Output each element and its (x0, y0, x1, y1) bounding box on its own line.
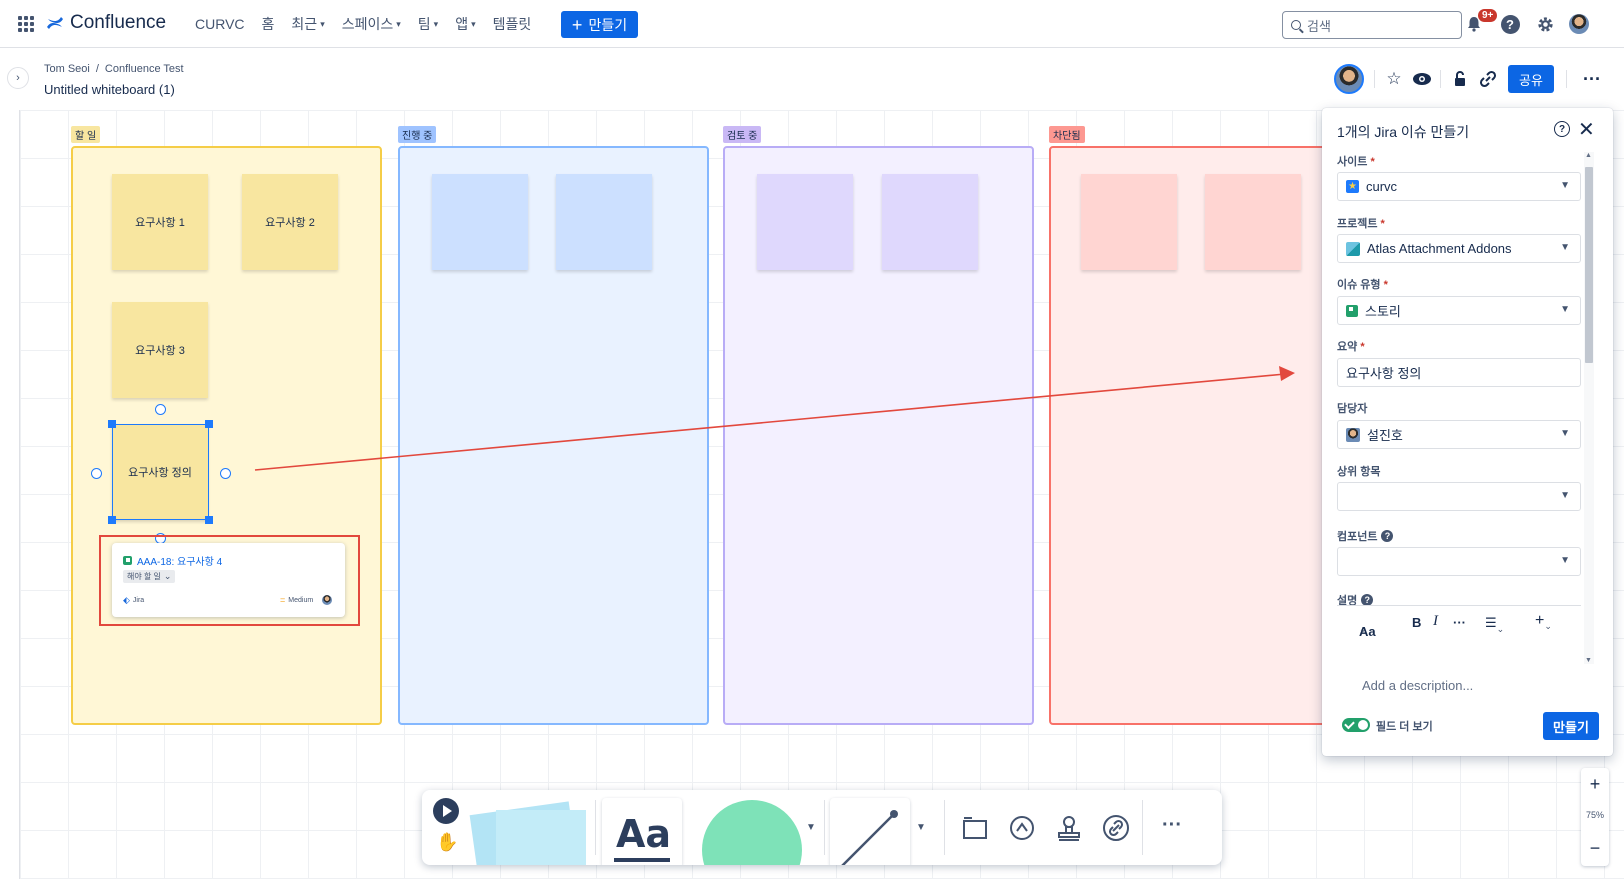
more-formatting-button[interactable]: ··· (1453, 615, 1466, 630)
chevron-down-icon: ▼ (1560, 242, 1570, 253)
zoom-out-button[interactable]: − (1581, 838, 1609, 859)
scroll-down-icon[interactable]: ▼ (1585, 657, 1592, 664)
component-label: 컴포넌트 ? (1337, 528, 1394, 544)
issue-type-label: 이슈 유형 * (1337, 279, 1388, 291)
site-select[interactable]: ★ curvc ▼ (1337, 172, 1581, 201)
show-more-fields-toggle[interactable] (1342, 718, 1370, 732)
show-more-fields-label: 필드 더 보기 (1376, 721, 1433, 733)
text-tool-label: Aa (616, 812, 672, 856)
chevron-down-icon: ▼ (1560, 555, 1570, 566)
scroll-up-icon[interactable]: ▲ (1585, 152, 1592, 159)
close-icon[interactable]: ✕ (1578, 117, 1595, 142)
project-label: 프로젝트 * (1337, 218, 1385, 230)
toolbar-divider (1142, 800, 1143, 855)
summary-value: 요구사항 정의 (1346, 366, 1422, 381)
assignee-select[interactable]: 설진호 ▼ (1337, 420, 1581, 449)
chevron-down-icon: ▼ (1560, 490, 1570, 501)
hand-tool-icon[interactable]: ✋ (436, 832, 458, 853)
project-select[interactable]: Atlas Attachment Addons ▼ (1337, 234, 1581, 263)
help-icon[interactable]: ? (1381, 530, 1394, 542)
parent-select[interactable]: ▼ (1337, 482, 1581, 511)
summary-label: 요약 * (1337, 341, 1365, 353)
link-tool-icon[interactable] (1102, 814, 1130, 845)
site-value: curvc (1366, 179, 1398, 194)
assignee-avatar (1346, 427, 1360, 442)
insert-plus-icon[interactable]: + ⌄ (1535, 612, 1552, 631)
smart-template-tool-icon[interactable] (1008, 814, 1036, 845)
toolbar-divider (824, 800, 825, 855)
bullet-list-icon[interactable]: ☰ ⌄ (1485, 615, 1504, 634)
connector-tool[interactable] (830, 798, 910, 865)
toolbar-divider (944, 800, 945, 855)
chevron-down-icon[interactable]: ▼ (916, 822, 926, 833)
story-icon (1346, 304, 1358, 317)
project-icon (1346, 241, 1360, 256)
text-tool[interactable]: Aa (602, 798, 682, 865)
issue-type-value: 스토리 (1365, 304, 1401, 319)
create-jira-issue-panel: 1개의 Jira 이슈 만들기 ? ✕ 사이트 * ★ curvc ▼ 프로젝트… (1322, 108, 1613, 756)
bold-button[interactable]: B (1412, 615, 1421, 630)
frame-tool-icon[interactable] (962, 816, 988, 843)
help-icon[interactable]: ? (1554, 121, 1570, 137)
whiteboard-toolbar: ✋ Aa ▼ ▼ ··· (422, 790, 1222, 865)
site-icon: ★ (1346, 180, 1359, 193)
toolbar-divider (595, 800, 596, 855)
parent-label: 상위 항목 (1337, 466, 1381, 478)
site-label: 사이트 * (1337, 156, 1375, 168)
italic-button[interactable]: I (1433, 613, 1438, 630)
panel-scrollbar[interactable]: ▲ ▼ (1584, 152, 1594, 664)
chevron-down-icon: ▼ (1560, 428, 1570, 439)
select-tool-icon[interactable] (433, 798, 459, 824)
zoom-in-button[interactable]: + (1581, 774, 1609, 795)
zoom-controls: + 75% − (1581, 768, 1609, 866)
shape-tool[interactable] (702, 800, 802, 865)
sticky-note-tool[interactable] (496, 810, 586, 865)
summary-input[interactable]: 요구사항 정의 (1337, 358, 1581, 387)
panel-title: 1개의 Jira 이슈 만들기 (1337, 124, 1470, 140)
component-select[interactable]: ▼ (1337, 547, 1581, 576)
assignee-value: 설진호 (1367, 428, 1403, 443)
chevron-down-icon: ▼ (1560, 304, 1570, 315)
description-input[interactable]: Add a description... (1362, 678, 1473, 693)
scroll-thumb[interactable] (1585, 167, 1593, 363)
issue-type-select[interactable]: 스토리 ▼ (1337, 296, 1581, 325)
zoom-level[interactable]: 75% (1581, 810, 1609, 820)
description-editor-toolbar: Aa ⌄ B I ··· ☰ ⌄ + ⌄ (1337, 605, 1581, 639)
chevron-down-icon: ▼ (1560, 180, 1570, 191)
stamp-tool-icon[interactable] (1056, 814, 1082, 845)
chevron-down-icon[interactable]: ▼ (806, 822, 816, 833)
assignee-label: 담당자 (1337, 403, 1368, 415)
project-value: Atlas Attachment Addons (1367, 241, 1512, 256)
more-tools-icon[interactable]: ··· (1162, 814, 1182, 837)
text-underline (614, 858, 670, 862)
create-issue-button[interactable]: 만들기 (1543, 712, 1599, 740)
